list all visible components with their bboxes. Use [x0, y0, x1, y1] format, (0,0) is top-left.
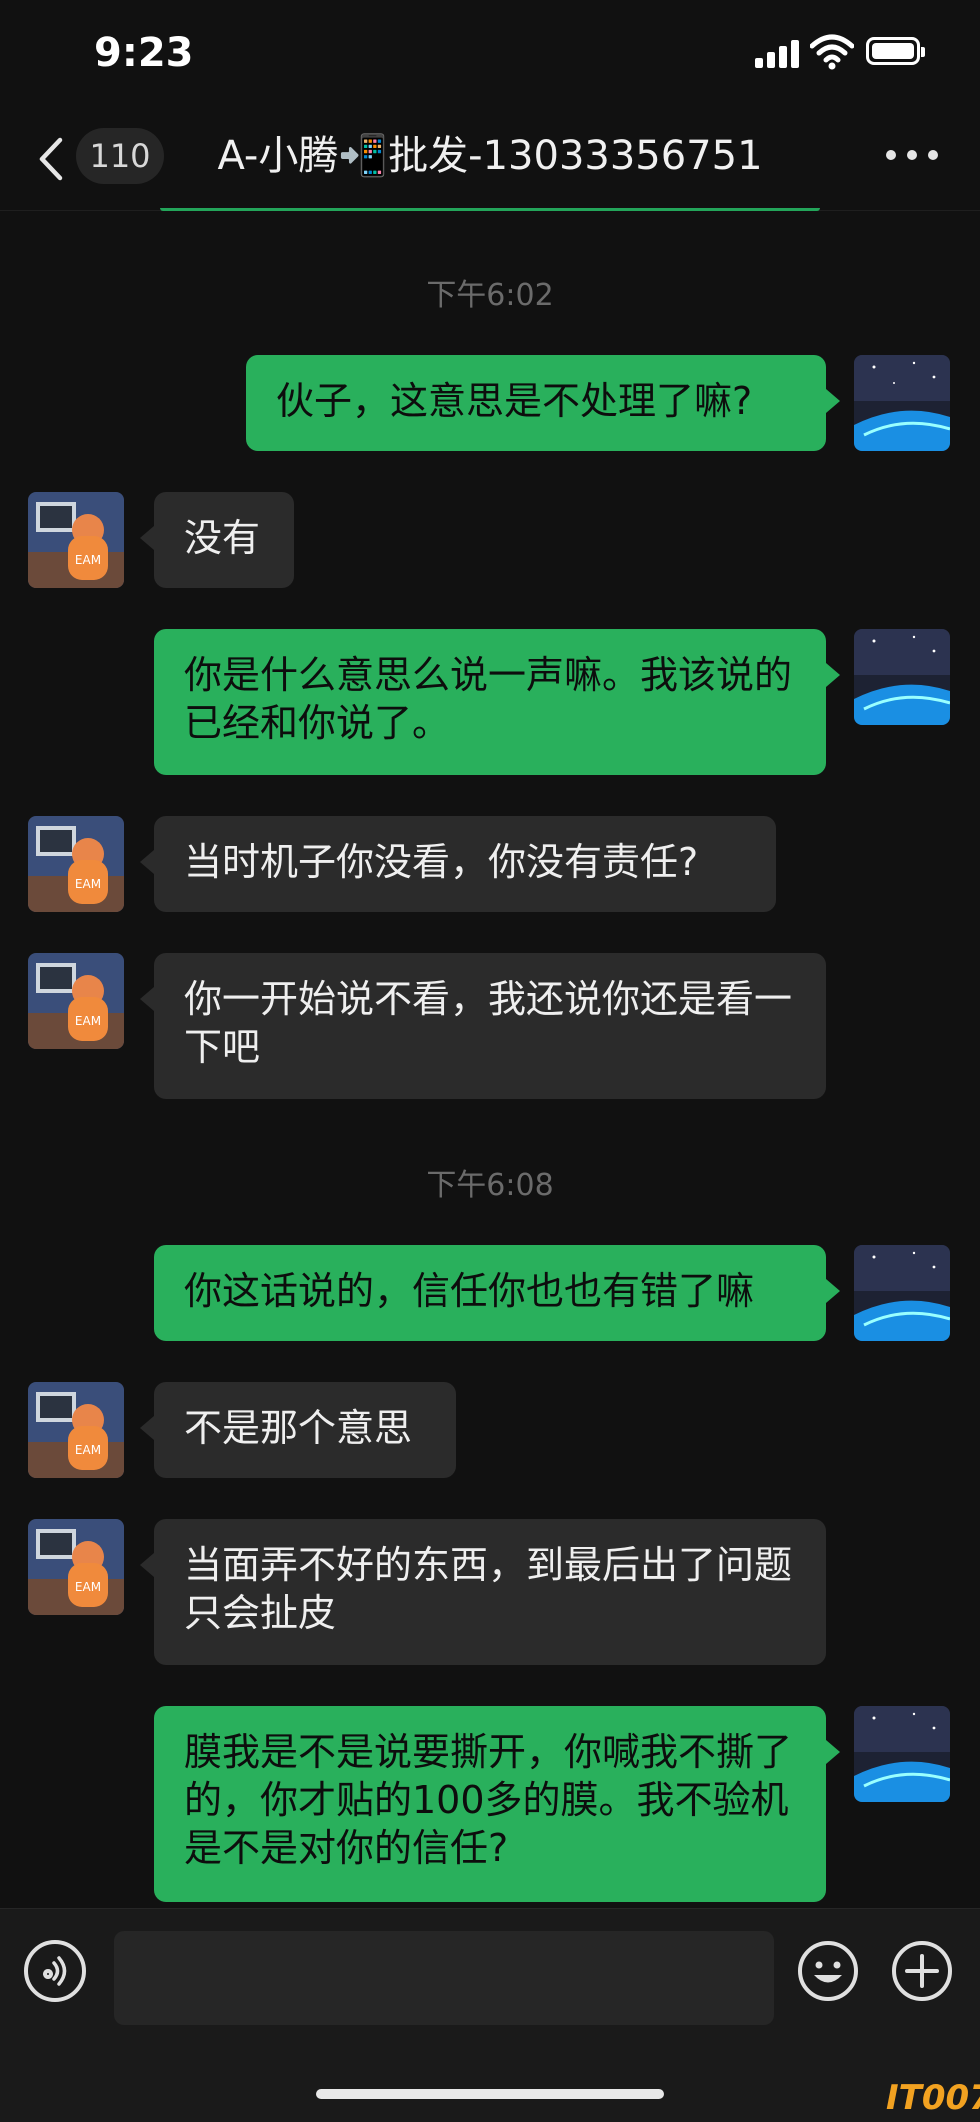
message-bubble-outgoing[interactable]: 膜我是不是说要撕开，你喊我不撕了的，你才贴的100多的膜。我不验机是不是对你的信… [154, 1706, 840, 1902]
message-bubble-outgoing[interactable]: 你是什么意思么说一声嘛。我该说的已经和你说了。 [154, 629, 840, 775]
battery-icon [866, 37, 925, 65]
contact-avatar[interactable]: EAM [28, 1519, 124, 1615]
my-avatar[interactable] [854, 1706, 950, 1802]
pinned-bar-indicator [160, 208, 820, 211]
message-bubble-incoming[interactable]: 当面弄不好的东西，到最后出了问题只会扯皮 [140, 1519, 826, 1665]
contact-avatar[interactable]: EAM [28, 492, 124, 588]
contact-avatar[interactable]: EAM [28, 816, 124, 912]
chat-header: 110 A-小腾📲批发-13033356751 [0, 110, 980, 211]
chat-title: A-小腾📲批发-13033356751 [217, 133, 763, 179]
cellular-signal-icon [755, 40, 799, 68]
message-input[interactable] [114, 1931, 774, 2025]
emoji-icon[interactable] [797, 1940, 859, 2002]
unread-count-badge[interactable]: 110 [76, 128, 164, 184]
status-time: 9:23 [94, 30, 194, 76]
my-avatar[interactable] [854, 1245, 950, 1341]
svg-text:EAM: EAM [75, 1014, 101, 1028]
timestamp: 下午6:08 [426, 1168, 554, 1203]
svg-text:EAM: EAM [75, 877, 101, 891]
message-input-bar [0, 1908, 980, 2122]
my-avatar[interactable] [854, 629, 950, 725]
wifi-icon [810, 34, 854, 70]
svg-text:EAM: EAM [75, 1443, 101, 1457]
message-bubble-incoming[interactable]: 不是那个意思 [140, 1382, 456, 1478]
timestamp: 下午6:02 [426, 278, 554, 313]
contact-avatar[interactable]: EAM [28, 953, 124, 1049]
message-bubble-incoming[interactable]: 当时机子你没看，你没有责任? [140, 816, 776, 912]
message-bubble-outgoing[interactable]: 伙子，这意思是不处理了嘛? [246, 355, 840, 451]
svg-text:EAM: EAM [75, 1580, 101, 1594]
message-bubble-incoming[interactable]: 你一开始说不看，我还说你还是看一下吧 [140, 953, 826, 1099]
status-bar: 9:23 [0, 0, 980, 110]
contact-avatar[interactable]: EAM [28, 1382, 124, 1478]
svg-text:EAM: EAM [75, 553, 101, 567]
chevron-left-icon[interactable] [34, 134, 70, 184]
voice-icon[interactable] [24, 1940, 86, 2002]
more-icon[interactable] [886, 150, 938, 164]
message-bubble-outgoing[interactable]: 你这话说的，信任你也也有错了嘛 [154, 1245, 840, 1341]
my-avatar[interactable] [854, 355, 950, 451]
message-bubble-incoming[interactable]: 没有 [140, 492, 294, 588]
home-indicator [316, 2089, 664, 2099]
watermark-logo: IT007 [886, 2078, 980, 2118]
plus-icon[interactable] [891, 1940, 953, 2002]
